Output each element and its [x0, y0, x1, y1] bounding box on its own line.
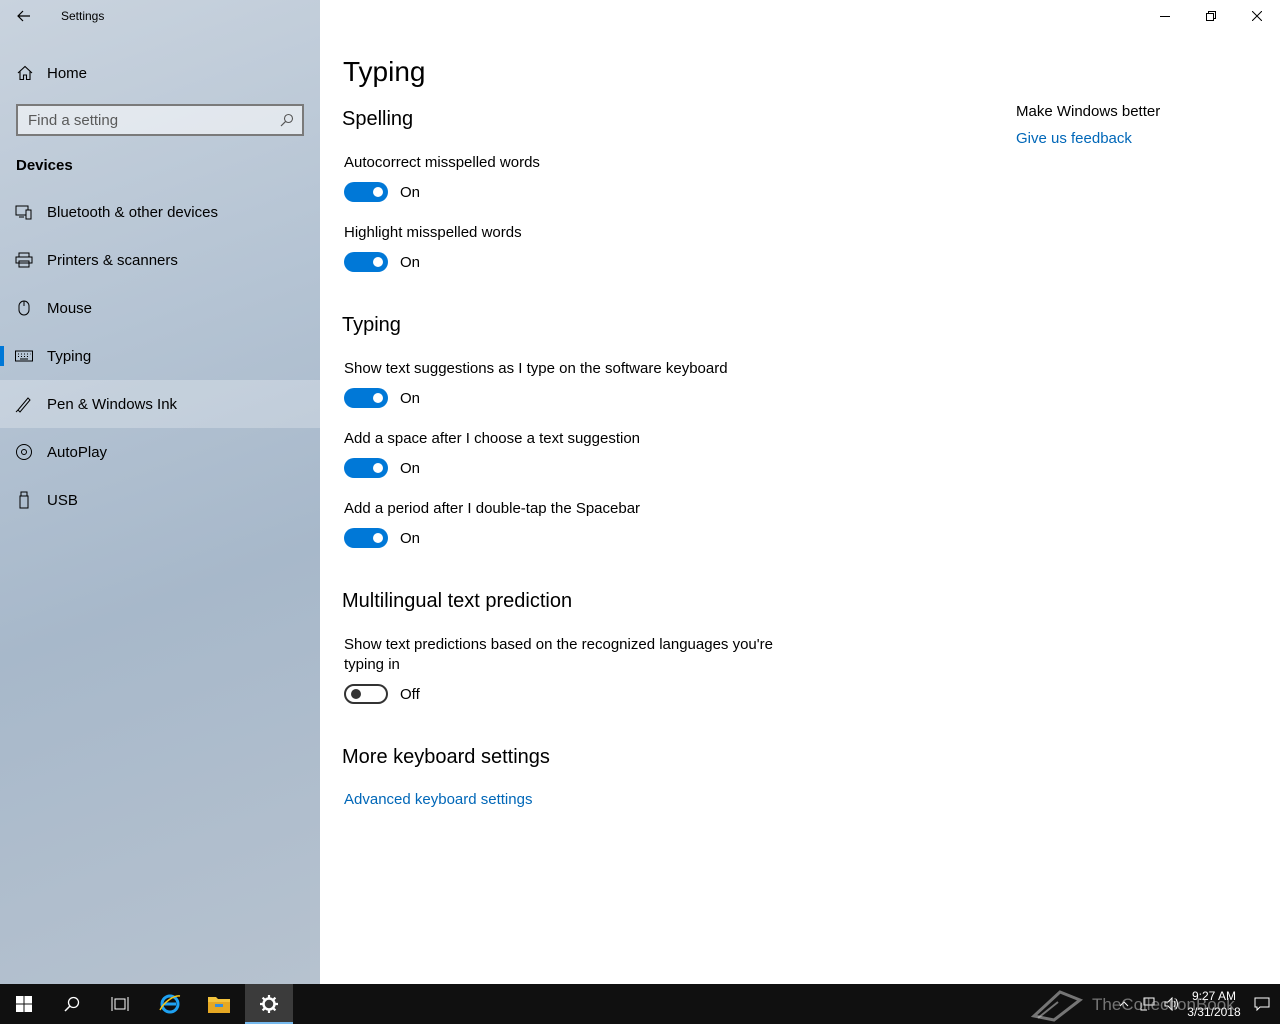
sidebar-item-label: Typing	[47, 347, 92, 365]
multilingual-heading: Multilingual text prediction	[342, 590, 573, 612]
search-box[interactable]	[16, 104, 304, 136]
nav-home[interactable]: Home	[0, 52, 320, 94]
home-icon	[17, 65, 33, 81]
volume-icon[interactable]	[1160, 997, 1184, 1011]
highlight-label: Highlight misspelled words	[344, 224, 522, 241]
advanced-keyboard-settings-link[interactable]: Advanced keyboard settings	[344, 791, 532, 808]
sidebar-item-autoplay[interactable]: AutoPlay	[0, 428, 320, 476]
autoplay-icon	[15, 443, 33, 461]
make-windows-better-heading: Make Windows better	[1016, 103, 1161, 120]
keyboard-icon	[15, 347, 33, 365]
sidebar-item-mouse[interactable]: Mouse	[0, 284, 320, 332]
restore-button[interactable]	[1188, 0, 1234, 32]
typing-heading: Typing	[342, 314, 401, 336]
sidebar-item-bluetooth[interactable]: Bluetooth & other devices	[0, 188, 320, 236]
app-title: Settings	[61, 9, 105, 23]
task-view-icon	[111, 997, 129, 1011]
sidebar-item-usb[interactable]: USB	[0, 476, 320, 524]
settings-taskbar-button[interactable]	[245, 984, 293, 1024]
suggestions-toggle[interactable]	[344, 388, 388, 408]
predictions-toggle-row[interactable]: Off	[344, 684, 420, 704]
action-center-icon[interactable]	[1244, 997, 1280, 1011]
title-bar: Settings	[0, 0, 320, 32]
navigation-pane: Settings Home Devices Bluetooth & other …	[0, 0, 320, 984]
content-pane: Typing Spelling Autocorrect misspelled w…	[320, 0, 1280, 984]
close-icon	[1252, 11, 1262, 21]
toggle-state-text: On	[400, 253, 421, 271]
sidebar-item-label: Bluetooth & other devices	[47, 203, 218, 221]
period-label: Add a period after I double-tap the Spac…	[344, 500, 641, 517]
start-button[interactable]	[0, 984, 48, 1024]
network-icon[interactable]	[1136, 997, 1160, 1011]
clock-time: 9:27 AM	[1191, 989, 1237, 1003]
minimize-button[interactable]	[1142, 0, 1188, 32]
search-input[interactable]	[18, 111, 272, 129]
suggestions-toggle-row[interactable]: On	[344, 388, 420, 408]
toggle-state-text: Off	[400, 685, 420, 703]
window-controls	[1142, 0, 1280, 32]
internet-explorer-icon	[159, 994, 181, 1014]
gear-icon	[260, 995, 278, 1013]
windows-logo-icon	[16, 996, 32, 1012]
sidebar-item-pen[interactable]: Pen & Windows Ink	[0, 380, 320, 428]
space-after-toggle[interactable]	[344, 458, 388, 478]
section-label: Devices	[16, 157, 73, 174]
system-tray: 9:27 AM 3/31/2018	[1112, 984, 1280, 1024]
sidebar-item-typing[interactable]: Typing	[0, 332, 320, 380]
task-view-button[interactable]	[96, 984, 144, 1024]
edge-taskbar-button[interactable]	[146, 984, 194, 1024]
toggle-state-text: On	[400, 389, 421, 407]
autocorrect-toggle[interactable]	[344, 182, 388, 202]
taskbar: 9:27 AM 3/31/2018	[0, 984, 1280, 1024]
period-toggle[interactable]	[344, 528, 388, 548]
restore-icon	[1206, 11, 1216, 21]
clock[interactable]: 9:27 AM 3/31/2018	[1184, 988, 1244, 1020]
feedback-link[interactable]: Give us feedback	[1016, 130, 1132, 147]
bluetooth-devices-icon	[15, 203, 33, 221]
predictions-label: Show text predictions based on the recog…	[344, 636, 773, 673]
autocorrect-toggle-row[interactable]: On	[344, 182, 420, 202]
highlight-toggle-row[interactable]: On	[344, 252, 420, 272]
space-after-toggle-row[interactable]: On	[344, 458, 420, 478]
search-icon[interactable]	[272, 106, 302, 134]
nav-home-label: Home	[47, 64, 88, 82]
printer-icon	[15, 251, 33, 269]
spelling-heading: Spelling	[342, 108, 414, 130]
period-toggle-row[interactable]: On	[344, 528, 420, 548]
nav-list: Bluetooth & other devices Printers & sca…	[0, 188, 320, 524]
folder-icon	[208, 997, 230, 1013]
pen-icon	[15, 395, 33, 413]
back-arrow-icon	[17, 10, 30, 22]
suggestions-label: Show text suggestions as I type on the s…	[344, 360, 728, 377]
clock-date: 3/31/2018	[1187, 1005, 1241, 1019]
more-keyboard-heading: More keyboard settings	[342, 746, 550, 768]
show-hidden-icons-icon[interactable]	[1112, 1001, 1136, 1007]
sidebar-item-label: Mouse	[47, 299, 93, 317]
mouse-icon	[15, 299, 33, 317]
page-title: Typing	[343, 56, 426, 87]
sidebar-item-label: Pen & Windows Ink	[47, 395, 178, 413]
toggle-state-text: On	[400, 183, 421, 201]
search-icon	[64, 996, 80, 1012]
file-explorer-button[interactable]	[195, 984, 243, 1024]
predictions-toggle[interactable]	[344, 684, 388, 704]
usb-icon	[15, 491, 33, 509]
toggle-state-text: On	[400, 459, 421, 477]
autocorrect-label: Autocorrect misspelled words	[344, 154, 540, 171]
sidebar-item-label: AutoPlay	[47, 443, 108, 461]
highlight-toggle[interactable]	[344, 252, 388, 272]
space-after-label: Add a space after I choose a text sugges…	[344, 430, 641, 447]
sidebar-item-printers[interactable]: Printers & scanners	[0, 236, 320, 284]
sidebar-item-label: Printers & scanners	[47, 251, 178, 269]
minimize-icon	[1160, 16, 1170, 17]
close-button[interactable]	[1234, 0, 1280, 32]
search-button[interactable]	[48, 984, 96, 1024]
selection-indicator	[0, 346, 4, 366]
sidebar-item-label: USB	[47, 491, 78, 509]
toggle-state-text: On	[400, 529, 421, 547]
back-button[interactable]	[8, 0, 40, 32]
